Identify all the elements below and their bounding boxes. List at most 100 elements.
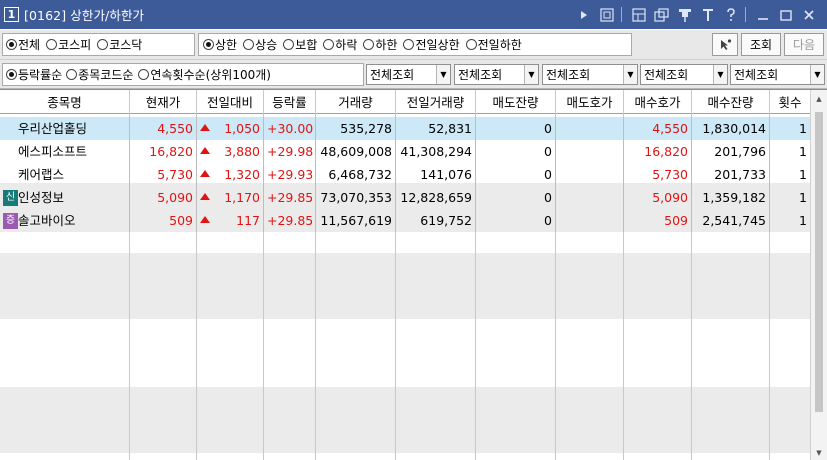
prev-volume-cell: 12,828,659 (396, 186, 476, 209)
stock-name-cell: 신 인성정보 (0, 186, 130, 209)
filter-bar-1: 전체 코스피 코스닥 상한 상승 보합 하락 하한 전일상한 전일하한 조회 다… (0, 30, 827, 60)
ask-qty-cell: 0 (476, 163, 556, 186)
combo-filter-2[interactable]: 전체조회 ▼ (454, 64, 539, 85)
ask-cell (556, 186, 624, 209)
stock-name-cell: 케어랩스 (0, 163, 130, 186)
up-arrow-icon (200, 216, 210, 223)
scroll-up-icon[interactable]: ▲ (811, 90, 827, 107)
radio-icon (66, 69, 78, 80)
radio-sort-consecutive[interactable]: 연속횟수순(상위100개) (138, 66, 273, 83)
bid-qty-cell: 1,359,182 (692, 186, 770, 209)
ask-cell (556, 209, 624, 232)
radio-prev-upper-limit[interactable]: 전일상한 (403, 36, 461, 53)
col-header-ask-qty[interactable]: 매도잔량 (476, 92, 556, 114)
combo-filter-5[interactable]: 전체조회 ▼ (730, 64, 825, 85)
volume-cell: 73,070,353 (316, 186, 396, 209)
radio-lower-limit[interactable]: 하한 (363, 36, 399, 53)
radio-sort-rate[interactable]: 등락률순 (6, 66, 64, 83)
bid-cell: 16,820 (624, 140, 692, 163)
maximize-icon[interactable] (775, 6, 796, 24)
radio-sort-code[interactable]: 종목코드순 (66, 66, 135, 83)
badge-capital-increase: 증 (3, 212, 18, 229)
table-row[interactable]: 우리산업홀딩 4,550 1,050 +30.00 535,278 52,831… (0, 117, 810, 140)
radio-flat[interactable]: 보합 (283, 36, 319, 53)
bid-qty-cell: 1,830,014 (692, 117, 770, 140)
next-button[interactable]: 다음 (784, 33, 824, 56)
close-icon[interactable] (798, 6, 819, 24)
stock-name-cell: 에스피소프트 (0, 140, 130, 163)
settings-button[interactable] (712, 33, 738, 56)
stock-name-cell: 우리산업홀딩 (0, 117, 130, 140)
count-cell: 1 (799, 144, 807, 159)
bid-qty-cell: 2,541,745 (692, 209, 770, 232)
col-header-volume[interactable]: 거래량 (316, 92, 396, 114)
link-icon[interactable] (651, 6, 672, 24)
vertical-scrollbar[interactable]: ▲ ▼ (810, 90, 827, 460)
col-header-prev-volume[interactable]: 전일거래량 (396, 92, 476, 114)
col-header-price[interactable]: 현재가 (130, 92, 197, 114)
radio-selected-icon (203, 39, 214, 50)
radio-selected-icon (6, 69, 17, 80)
ask-cell (556, 163, 624, 186)
window-number[interactable]: 1 (4, 7, 19, 22)
radio-icon (363, 39, 375, 50)
prev-volume-cell: 141,076 (396, 163, 476, 186)
col-header-count[interactable]: 횟수 (770, 92, 810, 114)
prev-volume-cell: 41,308,294 (396, 140, 476, 163)
col-header-ask[interactable]: 매도호가 (556, 92, 624, 114)
change-cell: 1,320 (197, 163, 264, 186)
bid-cell: 5,730 (624, 163, 692, 186)
col-header-rate[interactable]: 등락률 (264, 92, 316, 114)
price-cell: 509 (130, 209, 197, 232)
ask-qty-cell: 0 (476, 117, 556, 140)
scroll-down-icon[interactable]: ▼ (811, 444, 827, 460)
pin-icon[interactable] (674, 6, 695, 24)
badge (3, 167, 18, 183)
change-cell: 1,170 (197, 186, 264, 209)
play-icon[interactable] (573, 6, 594, 24)
ask-qty-cell: 0 (476, 209, 556, 232)
rate-cell: +29.98 (264, 140, 316, 163)
help-icon[interactable] (720, 6, 741, 24)
table-row[interactable]: 케어랩스 5,730 1,320 +29.93 6,468,732 141,07… (0, 163, 810, 186)
table-row[interactable]: 신 인성정보 5,090 1,170 +29.85 73,070,353 12,8… (0, 186, 810, 209)
minimize-icon[interactable] (752, 6, 773, 24)
volume-cell: 48,609,008 (316, 140, 396, 163)
radio-icon (46, 39, 58, 50)
radio-market-kosdaq[interactable]: 코스닥 (97, 36, 144, 53)
radio-rise[interactable]: 상승 (243, 36, 279, 53)
table-row[interactable]: 증 솔고바이오 509 117 +29.85 11,567,619 619,752… (0, 209, 810, 232)
combo-filter-3[interactable]: 전체조회 ▼ (542, 64, 638, 85)
radio-fall[interactable]: 하락 (323, 36, 359, 53)
row-band (0, 387, 810, 453)
layout-icon[interactable] (628, 6, 649, 24)
combo-filter-4[interactable]: 전체조회 ▼ (640, 64, 728, 85)
badge (3, 144, 18, 160)
bid-cell: 509 (624, 209, 692, 232)
volume-cell: 6,468,732 (316, 163, 396, 186)
ask-cell (556, 117, 624, 140)
radio-market-kospi[interactable]: 코스피 (46, 36, 93, 53)
col-header-bid[interactable]: 매수호가 (624, 92, 692, 114)
combo-filter-1[interactable]: 전체조회 ▼ (366, 64, 451, 85)
col-header-name[interactable]: 종목명 (0, 92, 130, 114)
font-icon[interactable] (697, 6, 718, 24)
change-cell: 3,880 (197, 140, 264, 163)
scroll-thumb[interactable] (815, 112, 823, 412)
radio-upper-limit[interactable]: 상한 (203, 36, 239, 53)
radio-icon (465, 39, 477, 50)
change-cell: 1,050 (197, 117, 264, 140)
rate-cell: +30.00 (264, 117, 316, 140)
search-button[interactable]: 조회 (741, 33, 781, 56)
col-header-change[interactable]: 전일대비 (197, 92, 264, 114)
radio-prev-lower-limit[interactable]: 전일하한 (465, 36, 524, 53)
separator (745, 7, 746, 22)
separator (621, 7, 622, 22)
ask-qty-cell: 0 (476, 140, 556, 163)
table-row[interactable]: 에스피소프트 16,820 3,880 +29.98 48,609,008 41… (0, 140, 810, 163)
cursor-settings-icon (721, 38, 732, 50)
radio-market-all[interactable]: 전체 (6, 36, 42, 53)
memo-icon[interactable] (596, 6, 617, 24)
col-header-bid-qty[interactable]: 매수잔량 (692, 92, 770, 114)
radio-icon (323, 39, 335, 50)
